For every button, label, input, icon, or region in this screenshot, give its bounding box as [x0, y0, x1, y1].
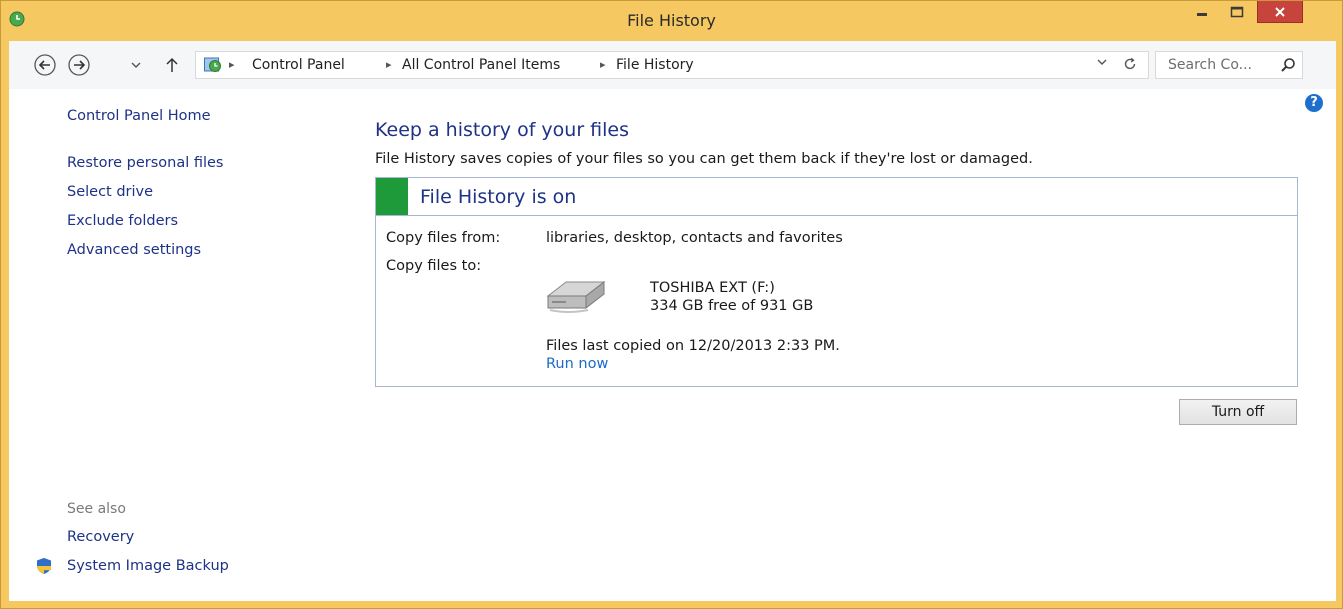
- sidebar-item-exclude-folders[interactable]: Exclude folders: [67, 213, 178, 229]
- breadcrumb-separator-icon: ▸: [229, 58, 235, 71]
- search-icon[interactable]: [1280, 57, 1296, 77]
- shield-icon: [35, 557, 53, 575]
- maximize-button[interactable]: [1223, 1, 1251, 23]
- search-input[interactable]: Search Co...: [1168, 57, 1252, 73]
- last-copied-text: Files last copied on 12/20/2013 2:33 PM.: [546, 338, 840, 354]
- refresh-button[interactable]: [1122, 56, 1138, 76]
- see-also-recovery[interactable]: Recovery: [67, 529, 134, 545]
- breadcrumb-all-items[interactable]: All Control Panel Items: [402, 57, 560, 73]
- help-icon[interactable]: ?: [1305, 94, 1323, 112]
- status-panel: File History is on Copy files from: libr…: [375, 177, 1298, 387]
- chevron-down-icon: [1097, 59, 1107, 65]
- chevron-down-icon: [131, 62, 141, 68]
- up-button[interactable]: [163, 53, 181, 77]
- sidebar-item-restore-personal-files[interactable]: Restore personal files: [67, 155, 224, 171]
- turn-off-button[interactable]: Turn off: [1179, 399, 1297, 425]
- sidebar-item-select-drive[interactable]: Select drive: [67, 184, 153, 200]
- breadcrumb-control-panel[interactable]: Control Panel: [252, 57, 345, 73]
- status-header: File History is on: [376, 178, 1297, 216]
- content-area: ? Control Panel Home Restore personal fi…: [9, 89, 1336, 601]
- close-icon: [1275, 6, 1285, 17]
- address-bar[interactable]: ▸ Control Panel ▸ All Control Panel Item…: [195, 51, 1149, 79]
- maximize-icon: [1230, 6, 1244, 18]
- minimize-icon: [1197, 13, 1207, 16]
- see-also-label: See also: [67, 501, 126, 517]
- sidebar-item-advanced-settings[interactable]: Advanced settings: [67, 242, 201, 258]
- copy-from-label: Copy files from:: [386, 230, 501, 246]
- breadcrumb-separator-icon: ▸: [600, 58, 606, 71]
- minimize-button[interactable]: [1188, 1, 1216, 23]
- window-title: File History: [627, 11, 716, 30]
- close-button[interactable]: [1257, 1, 1303, 23]
- drive-free-space: 334 GB free of 931 GB: [650, 298, 814, 314]
- sidebar-control-panel-home[interactable]: Control Panel Home: [67, 108, 211, 124]
- breadcrumb-file-history[interactable]: File History: [616, 57, 694, 73]
- external-drive-icon: [544, 274, 608, 314]
- navigation-bar: ▸ Control Panel ▸ All Control Panel Item…: [9, 41, 1336, 89]
- title-bar: File History: [1, 1, 1342, 41]
- breadcrumb-separator-icon: ▸: [386, 58, 392, 71]
- up-arrow-icon: [166, 57, 178, 72]
- control-panel-icon: [204, 57, 222, 73]
- back-arrow-icon: [34, 54, 56, 76]
- page-description: File History saves copies of your files …: [375, 151, 1033, 167]
- status-title: File History is on: [420, 186, 577, 208]
- forward-arrow-icon: [68, 54, 90, 76]
- page-heading: Keep a history of your files: [375, 119, 630, 141]
- address-dropdown-button[interactable]: [1096, 56, 1108, 71]
- recent-locations-button[interactable]: [129, 53, 143, 77]
- drive-name: TOSHIBA EXT (F:): [650, 280, 775, 296]
- see-also-system-image-backup[interactable]: System Image Backup: [67, 558, 229, 574]
- back-button[interactable]: [33, 53, 57, 77]
- search-box[interactable]: Search Co...: [1155, 51, 1303, 79]
- copy-from-value: libraries, desktop, contacts and favorit…: [546, 230, 843, 246]
- refresh-icon: [1124, 57, 1136, 70]
- status-indicator: [376, 178, 408, 215]
- navigation-bar-inner: ▸ Control Panel ▸ All Control Panel Item…: [9, 41, 1336, 89]
- run-now-link[interactable]: Run now: [546, 356, 608, 372]
- copy-to-label: Copy files to:: [386, 258, 482, 274]
- file-history-window: File History ▸ Control Panel ▸ All Contr…: [0, 0, 1343, 609]
- forward-button[interactable]: [67, 53, 91, 77]
